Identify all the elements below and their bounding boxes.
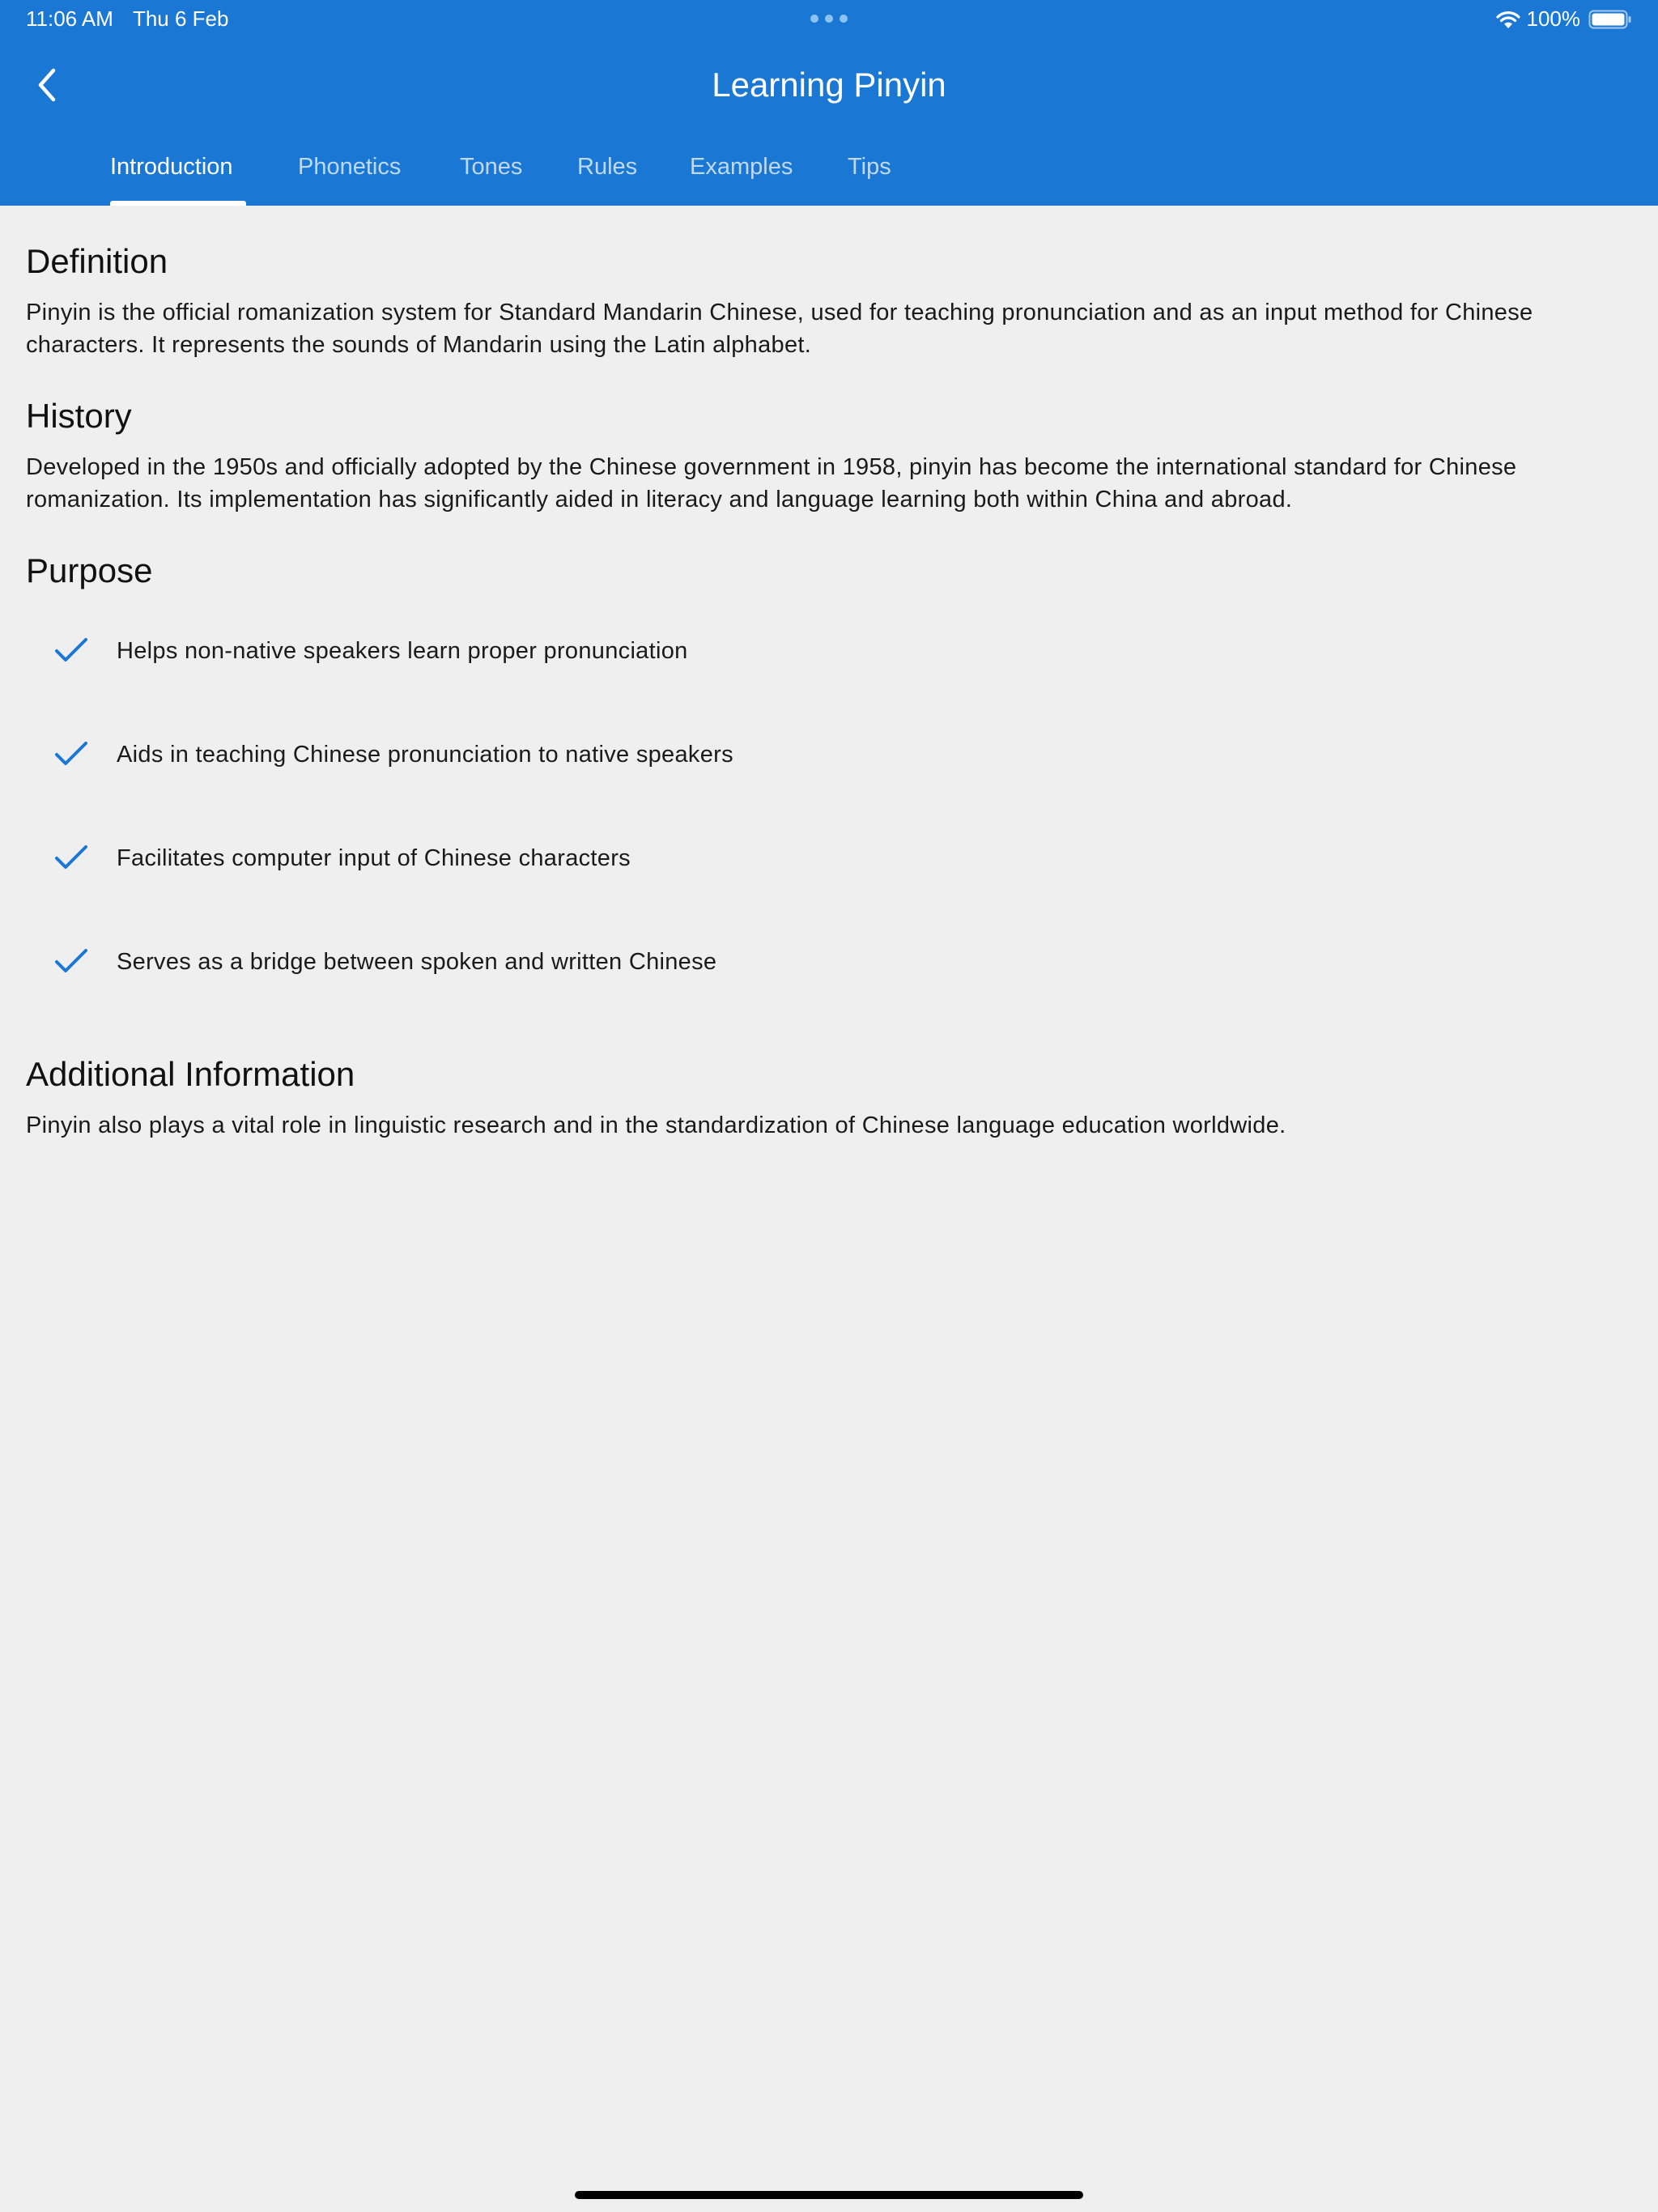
purpose-list: Helps non-native speakers learn proper p… — [26, 635, 1632, 1049]
purpose-item-label: Serves as a bridge between spoken and wr… — [117, 949, 717, 975]
status-time: 11:06 AM — [26, 6, 113, 31]
tab-tips[interactable]: Tips — [848, 152, 891, 181]
purpose-item: Helps non-native speakers learn proper p… — [26, 635, 1632, 738]
purpose-heading: Purpose — [26, 551, 153, 589]
purpose-item-label: Helps non-native speakers learn proper p… — [117, 638, 688, 664]
additional-information-text: Pinyin also plays a vital role in lingui… — [26, 1112, 1286, 1138]
status-bar: 11:06 AM Thu 6 Feb 100% — [0, 0, 1658, 39]
active-tab-indicator — [110, 201, 246, 206]
tab-introduction[interactable]: Introduction — [110, 152, 233, 181]
multitasking-dots-icon[interactable] — [810, 14, 848, 23]
tab-bar: Introduction Phonetics Tones Rules Examp… — [0, 143, 1658, 206]
home-indicator[interactable] — [575, 2191, 1083, 2199]
battery-icon — [1588, 10, 1631, 28]
tab-rules[interactable]: Rules — [577, 152, 637, 181]
tab-examples[interactable]: Examples — [690, 152, 793, 181]
checkmark-icon — [55, 949, 87, 972]
tab-phonetics[interactable]: Phonetics — [298, 152, 401, 181]
checkmark-icon — [55, 638, 87, 661]
history-heading: History — [26, 397, 132, 435]
purpose-item: Aids in teaching Chinese pronunciation t… — [26, 738, 1632, 842]
additional-information-heading: Additional Information — [26, 1055, 355, 1093]
checkmark-icon — [55, 845, 87, 869]
purpose-item-label: Aids in teaching Chinese pronunciation t… — [117, 742, 733, 768]
purpose-item-label: Facilitates computer input of Chinese ch… — [117, 845, 631, 871]
page-title: Learning Pinyin — [712, 66, 946, 104]
status-time-date: 11:06 AM Thu 6 Feb — [26, 6, 228, 32]
battery-percent: 100% — [1526, 6, 1581, 31]
purpose-item: Serves as a bridge between spoken and wr… — [26, 946, 1632, 1049]
definition-heading: Definition — [26, 242, 168, 280]
status-indicators: 100% — [1494, 6, 1633, 32]
status-date: Thu 6 Feb — [132, 6, 229, 31]
purpose-item: Facilitates computer input of Chinese ch… — [26, 842, 1632, 946]
history-text: Developed in the 1950s and officially ad… — [26, 454, 1517, 513]
app-bar: 11:06 AM Thu 6 Feb 100% Learning Pinyin … — [0, 0, 1658, 206]
wifi-icon — [1495, 11, 1520, 28]
definition-text: Pinyin is the official romanization syst… — [26, 300, 1533, 358]
checkmark-icon — [55, 742, 87, 765]
navigation-bar: Learning Pinyin — [0, 49, 1658, 121]
tab-tones[interactable]: Tones — [460, 152, 522, 181]
